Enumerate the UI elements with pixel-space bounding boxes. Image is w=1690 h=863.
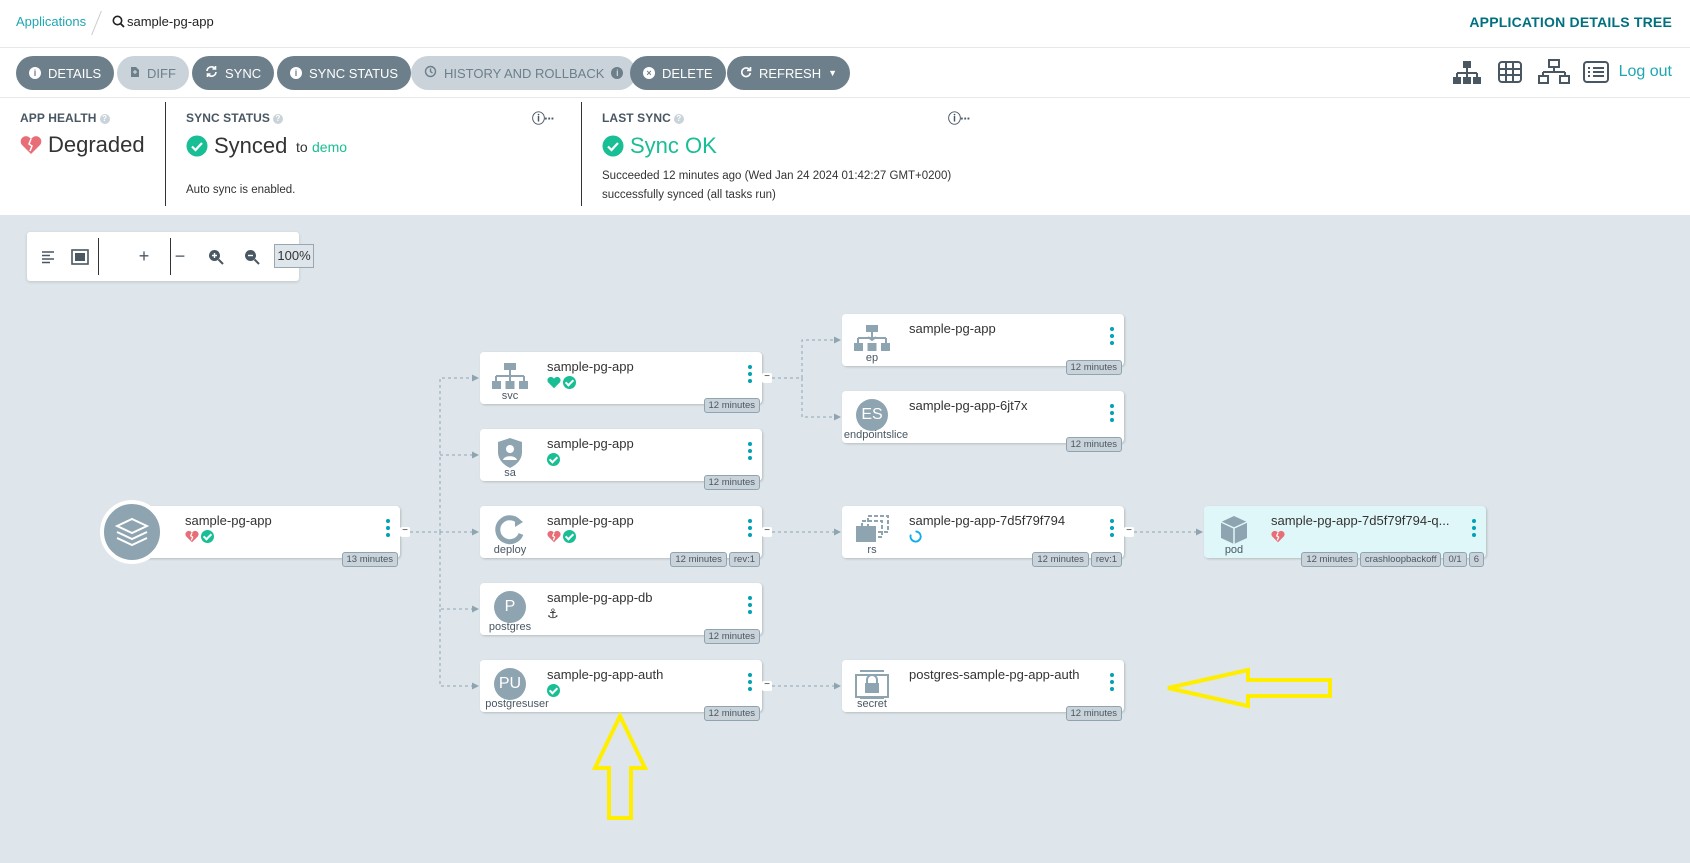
info-icon: i: [290, 67, 302, 79]
redo-icon: [740, 66, 752, 81]
last-sync-detail: Succeeded 12 minutes ago (Wed Jan 24 202…: [602, 170, 952, 182]
close-circle-icon: ×: [643, 67, 655, 79]
check-circle-icon: [186, 135, 208, 162]
top-bar: Applications sample-pg-app APPLICATION D…: [0, 0, 1690, 48]
last-sync-value: Sync OK: [630, 133, 717, 158]
sync-status-more-icon[interactable]: ⓘ···: [532, 108, 555, 127]
sync-status-button[interactable]: i SYNC STATUS: [277, 56, 412, 90]
help-icon: ?: [273, 113, 283, 124]
delete-label: DELETE: [662, 65, 713, 81]
last-sync-label: LAST SYNC?: [602, 111, 684, 125]
history-label: HISTORY AND ROLLBACK: [444, 65, 605, 81]
refresh-label: REFRESH: [759, 65, 822, 81]
history-icon: [424, 65, 437, 81]
logout-link[interactable]: Log out: [1619, 63, 1672, 81]
sync-label: SYNC: [225, 65, 262, 81]
sync-status-value: Synced: [214, 133, 288, 158]
details-button[interactable]: i DETAILS: [16, 56, 115, 90]
breadcrumb-app[interactable]: sample-pg-app: [127, 14, 214, 29]
divider: [581, 102, 582, 206]
app-health-label: APP HEALTH?: [20, 111, 110, 125]
network-view-icon[interactable]: [1538, 58, 1570, 86]
refresh-button[interactable]: REFRESH ▼: [727, 56, 851, 90]
broken-heart-icon: [20, 135, 42, 160]
annotation-arrow-up: [591, 711, 649, 820]
list-view-icon[interactable]: [1582, 58, 1612, 86]
help-icon: ?: [99, 113, 110, 124]
auto-sync-text: Auto sync is enabled.: [186, 184, 296, 196]
toolbar: i DETAILS DIFF SYNC i SYNC STATUS HISTOR…: [0, 48, 1690, 98]
sync-target-link[interactable]: demo: [312, 139, 347, 155]
history-rollback-button[interactable]: HISTORY AND ROLLBACK i: [411, 56, 637, 90]
annotation-arrow-left: [1167, 667, 1332, 709]
caret-down-icon: ▼: [828, 68, 838, 78]
delete-button[interactable]: × DELETE: [630, 56, 726, 90]
status-panel: APP HEALTH? Degraded SYNC STATUS? Synced…: [0, 98, 1690, 216]
help-icon: ?: [673, 113, 684, 124]
breadcrumb-separator: [91, 10, 102, 36]
search-icon[interactable]: [112, 15, 125, 33]
last-sync-more-icon[interactable]: ⓘ···: [948, 108, 971, 127]
diff-label: DIFF: [147, 65, 176, 81]
sync-status-label: SYNC STATUS?: [186, 111, 283, 125]
diff-button[interactable]: DIFF: [117, 56, 189, 90]
sync-button[interactable]: SYNC: [192, 56, 275, 90]
tree-view-icon[interactable]: [1452, 58, 1482, 86]
view-title: APPLICATION DETAILS TREE: [1469, 14, 1672, 30]
pods-view-icon[interactable]: [1496, 58, 1526, 86]
info-icon: i: [611, 67, 624, 79]
check-circle-icon: [602, 135, 624, 162]
divider: [165, 102, 166, 206]
details-label: DETAILS: [48, 65, 102, 81]
breadcrumb-applications[interactable]: Applications: [16, 14, 86, 29]
info-icon: i: [29, 67, 41, 79]
annotation-arrows: [591, 667, 1332, 820]
sync-status-label: SYNC STATUS: [309, 65, 399, 81]
sync-icon: [205, 65, 218, 81]
last-sync-message: successfully synced (all tasks run): [602, 189, 776, 201]
sync-to: to: [296, 139, 308, 155]
app-health-value: Degraded: [48, 132, 145, 157]
file-diff-icon: [130, 66, 140, 81]
graph-canvas[interactable]: + − 100% sample-pg-app 13 minutes − svc …: [0, 216, 1690, 863]
